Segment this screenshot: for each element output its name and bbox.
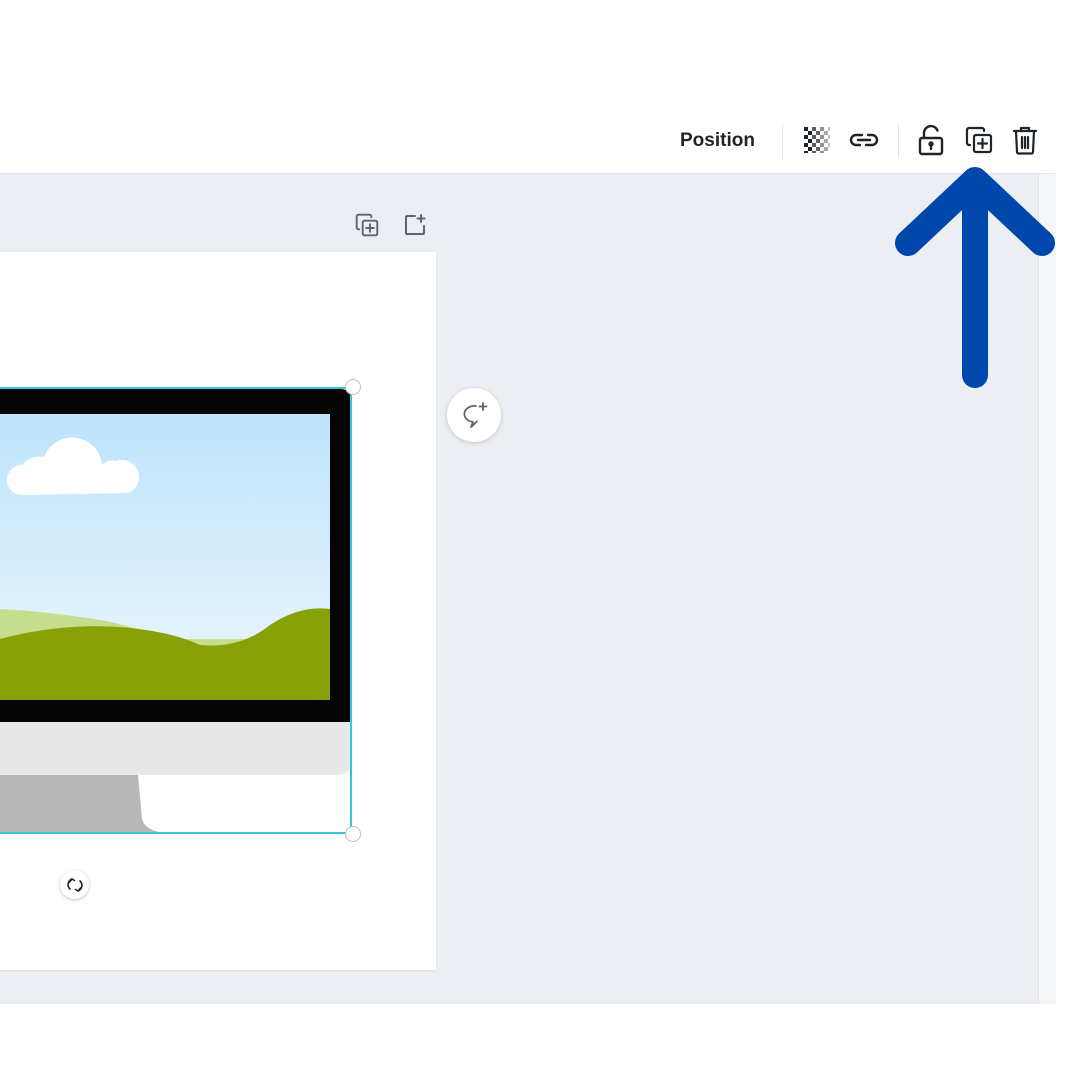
duplicate-button[interactable] (961, 122, 997, 158)
transparency-icon (804, 127, 830, 153)
annotation-arrow (895, 167, 1055, 388)
resize-handle-top-right[interactable] (345, 379, 361, 395)
position-button[interactable]: Position (668, 124, 767, 158)
add-page-button[interactable] (400, 210, 430, 240)
add-comment-icon (463, 402, 488, 428)
rotate-icon (66, 877, 83, 892)
lock-icon (918, 124, 944, 156)
monitor-illustration[interactable] (0, 387, 354, 835)
duplicate-page-icon (355, 213, 379, 237)
toolbar-separator (782, 124, 783, 158)
resize-handle-bottom-right[interactable] (345, 826, 361, 842)
link-icon (849, 133, 879, 147)
add-page-icon (405, 214, 426, 235)
add-comment-button[interactable] (447, 388, 501, 442)
trash-icon (1012, 126, 1038, 155)
transparency-button[interactable] (799, 122, 835, 158)
duplicate-page-button[interactable] (352, 210, 382, 240)
rotate-button[interactable] (60, 870, 89, 899)
duplicate-icon (965, 126, 993, 154)
lock-button[interactable] (913, 122, 949, 158)
toolbar-separator (898, 124, 899, 158)
delete-button[interactable] (1007, 122, 1043, 158)
link-button[interactable] (846, 122, 882, 158)
